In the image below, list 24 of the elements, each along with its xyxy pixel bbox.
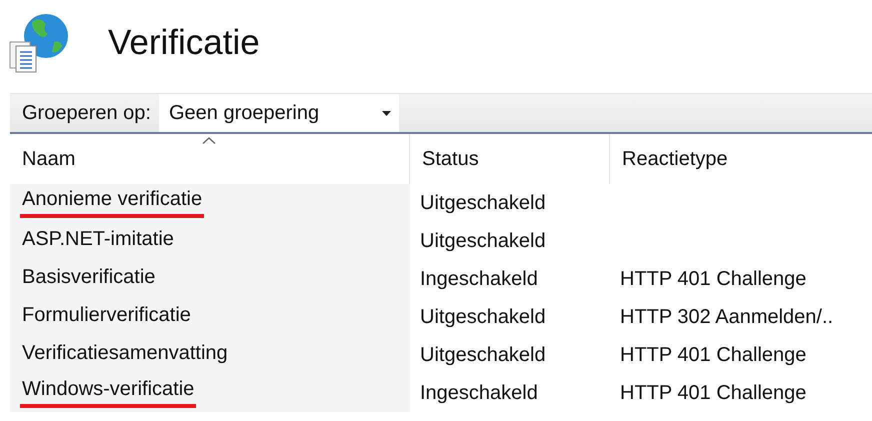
table-cell: HTTP 302 Aanmelden/..: [620, 306, 834, 328]
page-title: Verificatie: [108, 23, 260, 63]
table-cell-text: Formulierverificatie: [21, 304, 192, 328]
group-by-dropdown[interactable]: Geen groepering: [158, 94, 399, 132]
table-cell: Windows-verificatie: [20, 378, 196, 408]
table-cell: Ingeschakeld: [420, 382, 538, 404]
table-cell: HTTP 401 Challenge: [620, 382, 806, 404]
table-cell-text: Basisverificatie: [21, 266, 156, 290]
table-cell: HTTP 401 Challenge: [620, 344, 806, 366]
table-cell: Uitgeschakeld: [420, 192, 546, 214]
globe-document-icon: [8, 12, 68, 74]
table-cell-text: Verificatiesamenvatting: [21, 342, 229, 366]
column-title: Naam: [22, 148, 76, 170]
caret-icon: [382, 110, 391, 116]
group-by-label: Groeperen op:: [21, 100, 152, 126]
table-cell: Ingeschakeld: [420, 268, 538, 290]
table-cell-text: ASP.NET-imitatie: [21, 228, 175, 252]
table-cell: Anonieme verificatie: [20, 188, 204, 218]
table-cell: Uitgeschakeld: [420, 230, 546, 252]
table-cell: Uitgeschakeld: [420, 306, 546, 328]
table-cell: HTTP 401 Challenge: [620, 268, 806, 290]
column-header[interactable]: Reactietype: [610, 134, 872, 184]
column-header[interactable]: Status: [410, 134, 610, 184]
table-cell: Uitgeschakeld: [420, 344, 546, 366]
